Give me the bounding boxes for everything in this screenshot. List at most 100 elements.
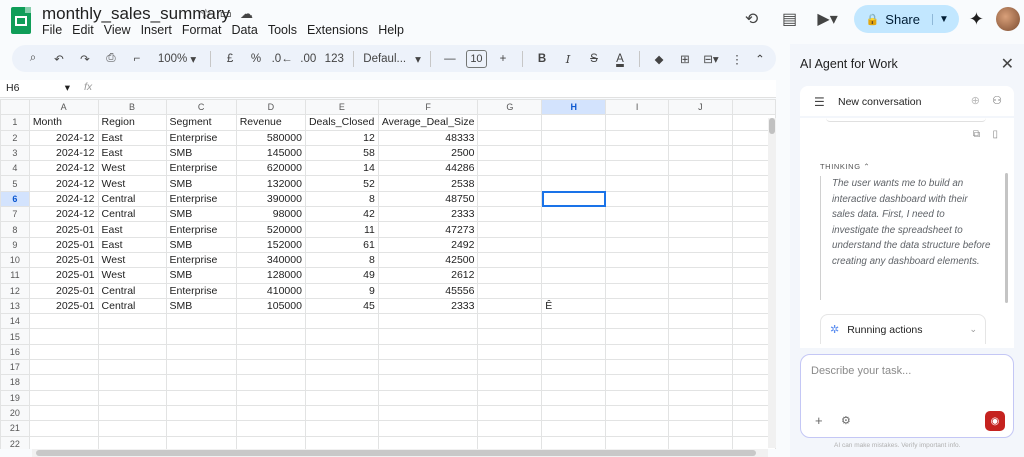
cell[interactable] [541, 160, 607, 177]
selected-cell[interactable] [541, 190, 607, 208]
undo-icon[interactable]: ↶ [49, 48, 69, 70]
cell[interactable] [477, 374, 543, 391]
font-size-field[interactable]: 10 [465, 48, 487, 70]
vertical-scrollbar[interactable] [768, 118, 776, 448]
running-actions[interactable]: ✲ Running actions ⌄ [820, 314, 986, 344]
cell[interactable] [477, 221, 543, 238]
increase-decimal-icon[interactable]: .00 [298, 48, 318, 70]
cell[interactable] [477, 236, 543, 253]
cell[interactable]: 44286 [377, 160, 479, 177]
currency-format-button[interactable]: £ [220, 48, 240, 70]
cell[interactable]: 8 [304, 251, 379, 269]
cell[interactable]: 2333 [377, 206, 479, 223]
cell[interactable]: 2025-01 [28, 297, 99, 315]
row-header[interactable]: 12 [0, 282, 30, 299]
cell[interactable]: 47273 [377, 221, 479, 238]
cell[interactable] [477, 313, 543, 330]
cell[interactable]: 11 [304, 221, 379, 238]
cell[interactable] [605, 297, 670, 315]
row-header[interactable]: 11 [0, 267, 30, 284]
cell[interactable]: 42500 [377, 251, 479, 269]
cell[interactable]: 2024-12 [28, 129, 99, 146]
cell[interactable] [605, 175, 670, 192]
cell[interactable] [605, 114, 670, 131]
cell[interactable]: Revenue [235, 114, 306, 131]
cell[interactable] [165, 359, 237, 376]
percent-format-button[interactable]: % [246, 48, 266, 70]
column-header-j[interactable]: J [668, 99, 733, 116]
menu-insert[interactable]: Insert [141, 23, 172, 37]
cell[interactable] [235, 313, 306, 330]
cell[interactable] [477, 389, 543, 406]
menu-format[interactable]: Format [182, 23, 222, 37]
cell[interactable] [477, 359, 543, 376]
menu-edit[interactable]: Edit [72, 23, 94, 37]
text-color-button[interactable]: A [610, 48, 630, 70]
cell[interactable] [28, 359, 99, 376]
row-header[interactable]: 8 [0, 221, 30, 238]
cell[interactable] [377, 328, 479, 345]
avatar[interactable] [996, 7, 1020, 31]
cell[interactable]: East [97, 129, 167, 146]
cell[interactable] [28, 374, 99, 391]
cell[interactable] [235, 435, 306, 449]
cell[interactable]: 580000 [235, 129, 306, 146]
cell[interactable]: Central [97, 206, 167, 223]
cell[interactable] [165, 404, 237, 422]
cell[interactable]: SMB [165, 144, 237, 162]
row-header[interactable]: 10 [0, 251, 30, 269]
cell[interactable] [304, 389, 379, 406]
cell[interactable] [28, 343, 99, 361]
cell[interactable]: 152000 [235, 236, 306, 253]
cell[interactable] [605, 160, 670, 177]
row-header[interactable]: 9 [0, 236, 30, 253]
cell[interactable] [235, 328, 306, 345]
row-header[interactable]: 5 [0, 175, 30, 192]
new-chat-icon[interactable]: ⊕ [971, 94, 980, 107]
cell[interactable]: Enterprise [165, 129, 237, 146]
chat-scrollbar[interactable] [1005, 173, 1008, 303]
cell[interactable] [668, 206, 733, 223]
cell[interactable] [541, 144, 607, 162]
cell[interactable]: 2025-01 [28, 221, 99, 238]
column-header-g[interactable]: G [477, 99, 543, 116]
cell[interactable]: 520000 [235, 221, 306, 238]
cell[interactable] [668, 374, 733, 391]
cell[interactable]: Region [97, 114, 167, 131]
cell[interactable] [541, 359, 607, 376]
search-icon[interactable]: ⌕ [23, 48, 43, 70]
cell[interactable] [304, 313, 379, 330]
cell[interactable] [97, 374, 167, 391]
cell[interactable]: 42 [304, 206, 379, 223]
cell[interactable] [28, 328, 99, 345]
cell[interactable]: 2024-12 [28, 144, 99, 162]
conversation-title[interactable]: New conversation [838, 96, 921, 108]
cell[interactable] [28, 420, 99, 437]
cell[interactable] [97, 343, 167, 361]
row-header[interactable]: 4 [0, 160, 30, 177]
cell[interactable] [541, 114, 607, 131]
fill-color-icon[interactable]: ◆ [649, 48, 669, 70]
cell[interactable]: Enterprise [165, 190, 237, 208]
row-header[interactable]: 20 [0, 404, 30, 422]
cell[interactable] [541, 236, 607, 253]
cell[interactable]: 2024-12 [28, 160, 99, 177]
cell[interactable]: 2025-01 [28, 236, 99, 253]
strikethrough-button[interactable]: S [584, 48, 604, 70]
cell[interactable] [97, 389, 167, 406]
cell[interactable] [605, 190, 670, 208]
cell[interactable]: 2612 [377, 267, 479, 284]
font-size-value[interactable]: 10 [465, 49, 487, 68]
cell[interactable] [541, 313, 607, 330]
increase-font-size-icon[interactable]: + [493, 48, 513, 70]
cell[interactable]: 2025-01 [28, 251, 99, 269]
cell[interactable] [605, 282, 670, 299]
cell[interactable]: 48333 [377, 129, 479, 146]
menu-file[interactable]: File [42, 23, 62, 37]
decrease-decimal-icon[interactable]: .0← [272, 48, 293, 70]
cell[interactable] [97, 420, 167, 437]
cell[interactable] [668, 359, 733, 376]
cell[interactable] [605, 129, 670, 146]
cell[interactable]: 145000 [235, 144, 306, 162]
cell[interactable] [377, 435, 479, 449]
